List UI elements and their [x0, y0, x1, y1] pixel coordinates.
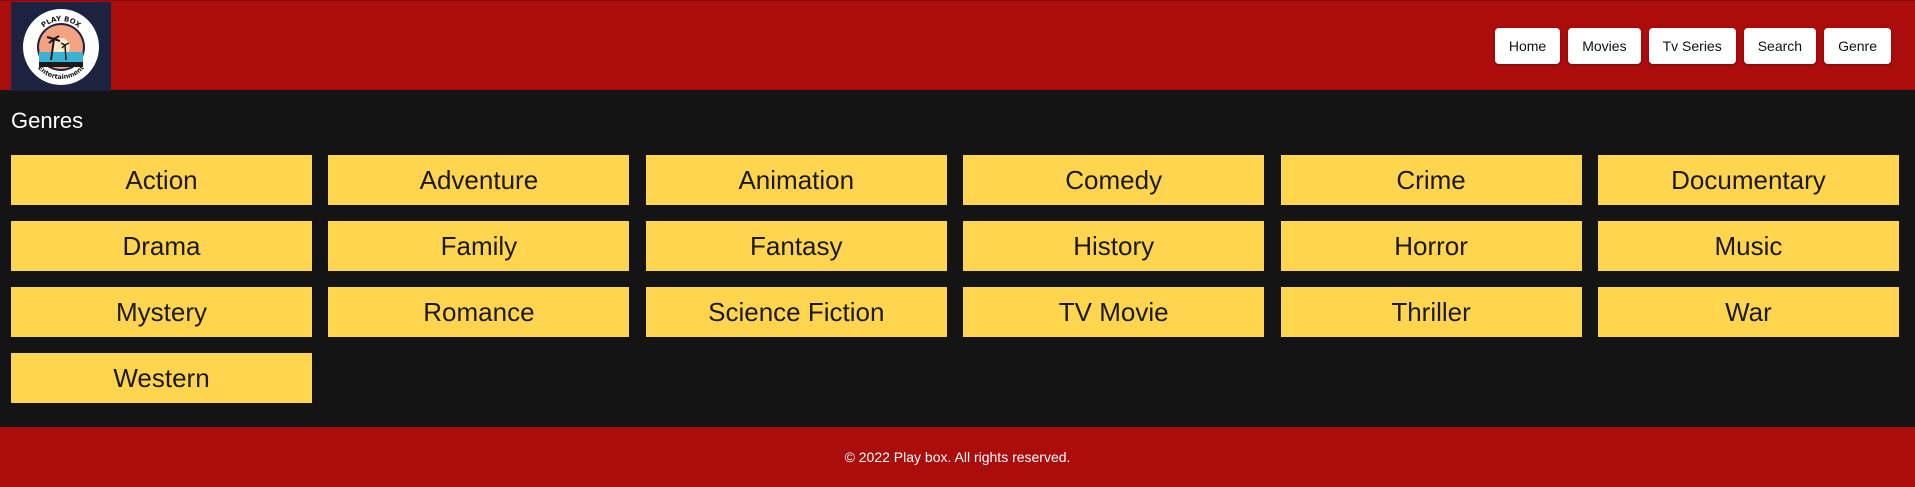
- copyright-text: © 2022 Play box. All rights reserved.: [844, 449, 1071, 465]
- main-content: Genres Action Adventure Animation Comedy…: [0, 90, 1915, 427]
- genre-button-fantasy[interactable]: Fantasy: [645, 221, 947, 271]
- genre-button-action[interactable]: Action: [11, 155, 312, 205]
- genre-button-history[interactable]: History: [963, 221, 1265, 271]
- genre-button-horror[interactable]: Horror: [1280, 221, 1582, 271]
- nav-movies-button[interactable]: Movies: [1568, 28, 1641, 64]
- genre-button-mystery[interactable]: Mystery: [11, 287, 312, 337]
- genre-button-drama[interactable]: Drama: [11, 221, 312, 271]
- nav-genre-button[interactable]: Genre: [1824, 28, 1891, 64]
- site-header: PLAY BOX Entertainment Home Movies Tv Se…: [0, 0, 1915, 91]
- play-box-logo-icon: PLAY BOX Entertainment: [23, 8, 99, 85]
- genre-button-science-fiction[interactable]: Science Fiction: [645, 287, 947, 337]
- genre-button-tv-movie[interactable]: TV Movie: [963, 287, 1265, 337]
- genre-button-comedy[interactable]: Comedy: [963, 155, 1265, 205]
- nav-tv-series-button[interactable]: Tv Series: [1648, 28, 1736, 64]
- genre-button-thriller[interactable]: Thriller: [1280, 287, 1582, 337]
- genre-grid: Action Adventure Animation Comedy Crime …: [11, 155, 1899, 403]
- genre-button-war[interactable]: War: [1597, 287, 1899, 337]
- genre-button-family[interactable]: Family: [328, 221, 630, 271]
- site-footer: © 2022 Play box. All rights reserved.: [0, 427, 1915, 487]
- nav-search-button[interactable]: Search: [1743, 28, 1817, 64]
- genre-button-animation[interactable]: Animation: [645, 155, 947, 205]
- genre-button-adventure[interactable]: Adventure: [328, 155, 630, 205]
- page-title: Genres: [11, 108, 84, 133]
- genre-button-music[interactable]: Music: [1597, 221, 1899, 271]
- main-nav: Home Movies Tv Series Search Genre: [1494, 28, 1891, 64]
- genre-button-crime[interactable]: Crime: [1280, 155, 1582, 205]
- genre-button-western[interactable]: Western: [11, 353, 312, 403]
- genre-button-romance[interactable]: Romance: [328, 287, 630, 337]
- genre-button-documentary[interactable]: Documentary: [1597, 155, 1899, 205]
- nav-home-button[interactable]: Home: [1494, 28, 1561, 64]
- logo[interactable]: PLAY BOX Entertainment: [11, 2, 111, 91]
